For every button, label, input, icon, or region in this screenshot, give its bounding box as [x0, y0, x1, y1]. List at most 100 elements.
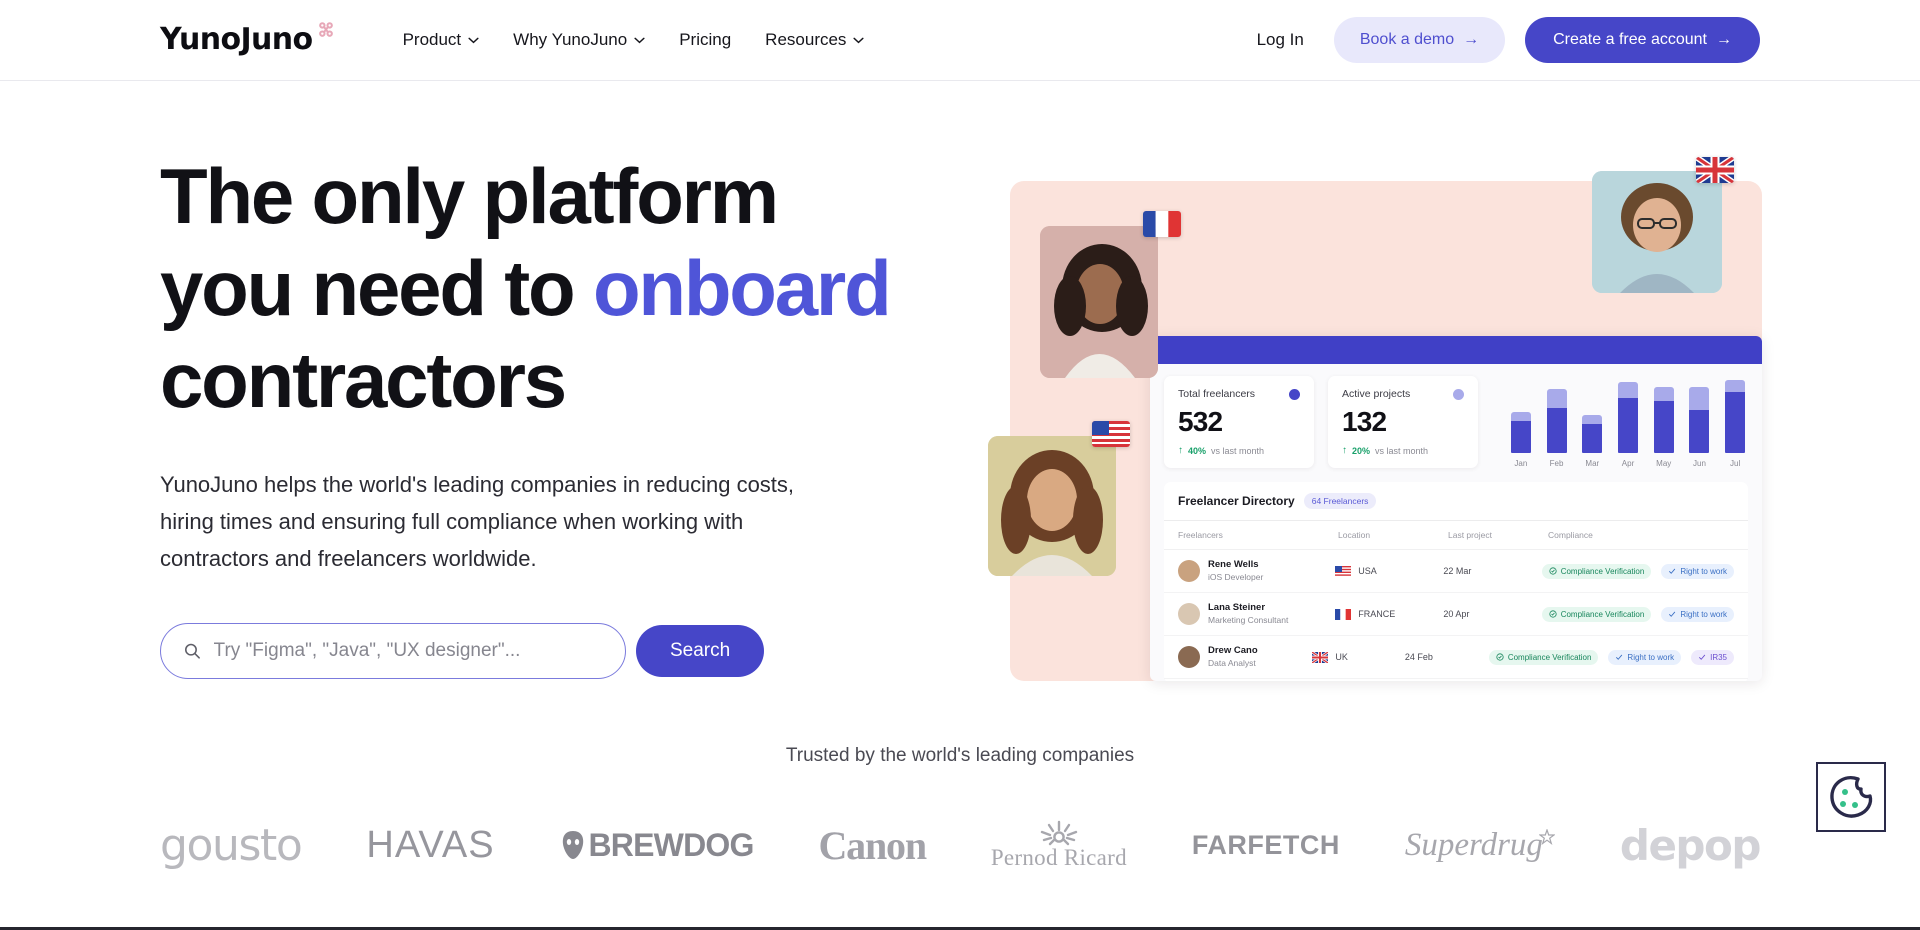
nav-item-product[interactable]: Product [403, 30, 480, 50]
bar-column: Jun [1687, 387, 1713, 468]
logo-farfetch: FARFETCH [1192, 830, 1340, 861]
logo-havas: HAVAS [366, 824, 494, 867]
avatar-photo-usa [988, 436, 1116, 576]
search-button[interactable]: Search [636, 625, 765, 677]
shield-check-icon [1549, 610, 1557, 618]
bar [1653, 387, 1674, 453]
bar-segment-base [1618, 397, 1639, 453]
yunojuno-flower-icon [318, 22, 333, 37]
location-label: UK [1335, 652, 1348, 662]
nav-item-resources-label: Resources [765, 30, 847, 49]
stat-delta-note: vs last month [1375, 446, 1429, 456]
headline-accent-word: onboard [592, 244, 892, 332]
bar [1582, 414, 1603, 453]
us-flag-icon [1092, 421, 1130, 447]
search-icon [184, 643, 200, 659]
yunojuno-logo[interactable]: YunoJuno [160, 22, 337, 55]
compliance-cell: Compliance Verification Right to work [1541, 563, 1734, 579]
logo-farfetch-text: FARFETCH [1191, 829, 1340, 860]
check-icon [1616, 654, 1623, 660]
stat-label: Total freelancers [1178, 388, 1256, 400]
search-input[interactable] [213, 640, 603, 662]
stat-label: Active projects [1342, 388, 1411, 400]
bar-segment-base [1653, 401, 1674, 453]
freelancer-cell: Lana Steiner Marketing Consultant [1178, 602, 1335, 626]
logo-canon-text: Canon [818, 822, 928, 868]
nav-left-group: YunoJuno Product Why YunoJuno Pricing Re… [160, 22, 865, 55]
freelancer-identity: Drew Cano Data Analyst [1208, 645, 1258, 669]
cookie-settings-button[interactable] [1816, 762, 1886, 832]
table-row[interactable]: Rene Wells iOS Developer USA 22 Mar Complian… [1164, 550, 1748, 593]
logo-brewdog-text: BREWDOG [588, 826, 755, 863]
book-a-demo-label: Book a demo [1359, 31, 1455, 48]
compliance-tag: Compliance Verification [1541, 606, 1652, 622]
stat-delta: 20% [1352, 446, 1371, 456]
portrait-illustration [1592, 171, 1722, 293]
bar-column: Feb [1544, 388, 1570, 468]
stat-card-total-freelancers: Total freelancers 532 ↑ 40% vs last mont… [1164, 376, 1314, 468]
freelancer-role: iOS Developer [1208, 572, 1264, 582]
nav-item-pricing[interactable]: Pricing [679, 30, 731, 50]
avatar-photo-france [1040, 226, 1158, 378]
logo-superdrug: Superdrug [1405, 827, 1555, 864]
book-a-demo-button[interactable]: Book a demo → [1333, 17, 1506, 63]
bar-axis-label: Jan [1514, 459, 1528, 468]
dashboard-mockup: Total freelancers 532 ↑ 40% vs last mont… [1150, 336, 1762, 681]
column-header-compliance: Compliance [1548, 530, 1593, 540]
nav-links: Product Why YunoJuno Pricing Resources [403, 30, 865, 50]
nav-item-pricing-label: Pricing [679, 30, 732, 49]
hero-copy: The only platform you need to onboard co… [160, 150, 920, 679]
logo-gousto-text: gousto [160, 819, 303, 871]
bar-segment-base [1689, 410, 1710, 453]
bar-axis-label: Jul [1730, 459, 1741, 468]
location-label: USA [1358, 566, 1377, 576]
bar-column: Jul [1722, 379, 1748, 468]
compliance-tag: Right to work [1661, 606, 1734, 622]
arrow-up-icon: ↑ [1178, 445, 1183, 456]
logo-brewdog: BREWDOG [560, 827, 754, 864]
compliance-tag: Compliance Verification [1541, 563, 1652, 579]
table-row[interactable]: Lana Steiner Marketing Consultant FRANCE 20… [1164, 593, 1748, 636]
check-icon [1699, 654, 1706, 660]
freelancer-cell: Drew Cano Data Analyst [1178, 645, 1312, 669]
hero-illustration: Total freelancers 532 ↑ 40% vs last mont… [988, 157, 1770, 693]
logo-depop-text: depop [1619, 820, 1762, 870]
chevron-down-icon [634, 37, 645, 43]
avatar-photo-uk [1592, 171, 1722, 293]
nav-item-why-yunojuno[interactable]: Why YunoJuno [513, 30, 645, 50]
avatar [1178, 603, 1200, 625]
nav-item-resources[interactable]: Resources [765, 30, 865, 50]
logo-superdrug-text: Superdrug [1404, 826, 1543, 863]
compliance-tag: IR35 [1691, 649, 1735, 665]
freelancer-directory-panel: Freelancer Directory 64 Freelancers Free… [1164, 482, 1748, 681]
search-field-wrapper[interactable] [160, 623, 626, 679]
bar-axis-label: Mar [1585, 459, 1600, 468]
bar-segment-growth [1582, 414, 1603, 424]
compliance-cell: Compliance Verification Right to work IR35 [1488, 649, 1735, 665]
compliance-tag-label: Compliance Verification [1507, 652, 1592, 662]
table-row[interactable]: Drew Cano Data Analyst UK 24 Feb Compliance … [1164, 636, 1748, 679]
fr-flag-svg [1143, 211, 1181, 237]
directory-count-badge: 64 Freelancers [1303, 493, 1377, 509]
freelancer-name: Rene Wells [1208, 559, 1259, 570]
bar-segment-growth [1725, 379, 1746, 393]
location-label: FRANCE [1358, 609, 1396, 619]
bar [1618, 381, 1639, 453]
pernod-sunburst-icon [1040, 820, 1078, 846]
bar [1725, 379, 1746, 453]
uk-flag-icon [1311, 650, 1330, 664]
portrait-illustration [988, 436, 1116, 576]
directory-rows: Rene Wells iOS Developer USA 22 Mar Complian… [1164, 550, 1748, 679]
logo-canon: Canon [818, 822, 928, 869]
create-free-account-button[interactable]: Create a free account → [1525, 17, 1760, 63]
logo-depop: depop [1619, 820, 1762, 870]
log-in-link[interactable]: Log In [1247, 24, 1314, 56]
avatar [1178, 646, 1200, 668]
last-project-cell: 22 Mar [1443, 566, 1472, 576]
chevron-down-icon [853, 37, 865, 43]
fr-flag-icon [1335, 608, 1352, 620]
arrow-up-icon: ↑ [1342, 445, 1347, 456]
stat-delta: 40% [1188, 446, 1207, 456]
stat-delta-note: vs last month [1211, 446, 1265, 456]
compliance-tag-label: IR35 [1710, 652, 1728, 662]
